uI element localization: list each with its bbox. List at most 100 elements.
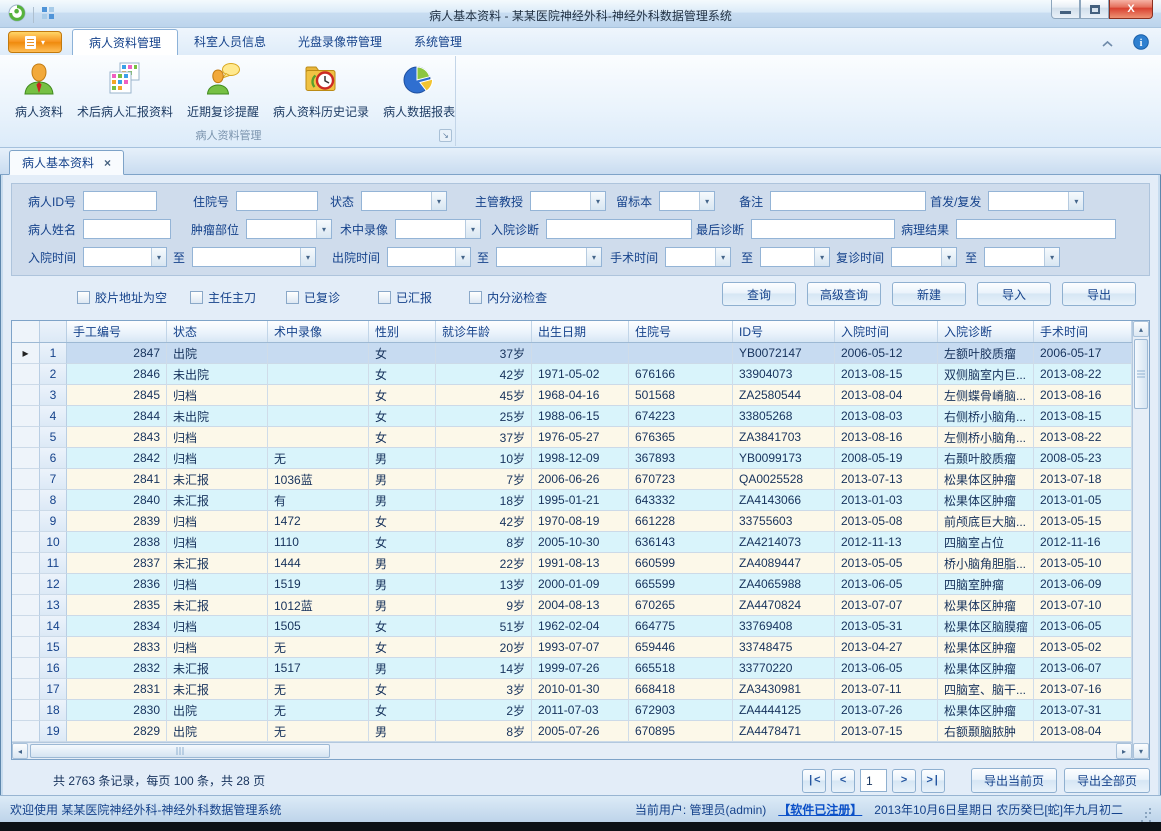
- checkbox-film-address-empty[interactable]: 胶片地址为空: [77, 289, 167, 306]
- cell[interactable]: 2006-05-12: [835, 343, 938, 364]
- cell[interactable]: ZA2580544: [733, 385, 835, 406]
- cell[interactable]: 665599: [629, 574, 733, 595]
- horizontal-scrollbar[interactable]: ◂ ▸: [12, 742, 1132, 759]
- cell[interactable]: 松果体区肿瘤: [938, 700, 1034, 721]
- dropdown-arrow-icon[interactable]: ▾: [431, 192, 446, 210]
- cell[interactable]: 女: [369, 616, 436, 637]
- dropdown-arrow-icon[interactable]: ▾: [151, 248, 166, 266]
- cell[interactable]: 2004-08-13: [532, 595, 629, 616]
- cell[interactable]: 2010-01-30: [532, 679, 629, 700]
- column-header[interactable]: ID号: [733, 321, 835, 342]
- cell[interactable]: 女: [369, 679, 436, 700]
- info-icon[interactable]: i: [1133, 34, 1149, 53]
- cell[interactable]: 1993-07-07: [532, 637, 629, 658]
- cell[interactable]: 女: [369, 532, 436, 553]
- cell[interactable]: 女: [369, 364, 436, 385]
- cell[interactable]: 2013-01-03: [835, 490, 938, 511]
- advanced-query-button[interactable]: 高级查询: [807, 282, 881, 306]
- cell[interactable]: 2013-07-13: [835, 469, 938, 490]
- cell[interactable]: 2833: [67, 637, 167, 658]
- dropdown-arrow-icon[interactable]: ▾: [814, 248, 829, 266]
- ribbon-button-data-report[interactable]: 病人数据报表: [376, 59, 462, 122]
- cell[interactable]: 2842: [67, 448, 167, 469]
- column-header[interactable]: 手术时间: [1034, 321, 1132, 342]
- cell[interactable]: 未出院: [167, 364, 268, 385]
- cell[interactable]: 男: [369, 658, 436, 679]
- cell[interactable]: ZA4065988: [733, 574, 835, 595]
- cell[interactable]: 男: [369, 490, 436, 511]
- checkbox-reported[interactable]: 已汇报: [378, 289, 432, 306]
- close-button[interactable]: X: [1109, 0, 1153, 19]
- cell[interactable]: 2845: [67, 385, 167, 406]
- cell[interactable]: 2846: [67, 364, 167, 385]
- cell[interactable]: 661228: [629, 511, 733, 532]
- cell[interactable]: ZA4214073: [733, 532, 835, 553]
- cell[interactable]: 女: [369, 385, 436, 406]
- cell[interactable]: 女: [369, 700, 436, 721]
- cell[interactable]: 归档: [167, 532, 268, 553]
- cell[interactable]: 22岁: [436, 553, 532, 574]
- dropdown[interactable]: ▾: [387, 247, 471, 267]
- cell[interactable]: 501568: [629, 385, 733, 406]
- cell[interactable]: 左额叶胶质瘤: [938, 343, 1034, 364]
- dropdown-arrow-icon[interactable]: ▾: [1068, 192, 1083, 210]
- cell[interactable]: 33769408: [733, 616, 835, 637]
- table-row[interactable]: 22846未出院女42岁1971-05-02676166339040732013…: [12, 364, 1132, 385]
- cell[interactable]: 25岁: [436, 406, 532, 427]
- column-header[interactable]: 就诊年龄: [436, 321, 532, 342]
- cell[interactable]: 松果体区肿瘤: [938, 637, 1034, 658]
- cell[interactable]: 男: [369, 448, 436, 469]
- cell[interactable]: 2000-01-09: [532, 574, 629, 595]
- cell[interactable]: 2012-11-13: [835, 532, 938, 553]
- cell[interactable]: 672903: [629, 700, 733, 721]
- cell[interactable]: 2013-07-31: [1034, 700, 1132, 721]
- cell[interactable]: 2013-08-22: [1034, 364, 1132, 385]
- table-row[interactable]: 92839归档1472女42岁1970-08-19661228337556032…: [12, 511, 1132, 532]
- export-current-page-button[interactable]: 导出当前页: [971, 768, 1057, 793]
- cell[interactable]: 1998-12-09: [532, 448, 629, 469]
- export-button[interactable]: 导出: [1062, 282, 1136, 306]
- cell[interactable]: 33904073: [733, 364, 835, 385]
- dropdown[interactable]: ▾: [665, 247, 731, 267]
- scroll-down-icon[interactable]: ▾: [1133, 743, 1149, 759]
- cell[interactable]: 男: [369, 469, 436, 490]
- table-row[interactable]: 112837未汇报1444男22岁1991-08-13660599ZA40894…: [12, 553, 1132, 574]
- cell[interactable]: 女: [369, 511, 436, 532]
- table-row[interactable]: 32845归档女45岁1968-04-16501568ZA25805442013…: [12, 385, 1132, 406]
- dialog-launcher-icon[interactable]: ↘: [439, 129, 452, 142]
- cell[interactable]: 42岁: [436, 511, 532, 532]
- cell[interactable]: [532, 343, 629, 364]
- text-input[interactable]: [236, 191, 318, 211]
- cell[interactable]: 女: [369, 637, 436, 658]
- cell[interactable]: 33770220: [733, 658, 835, 679]
- dropdown[interactable]: ▾: [891, 247, 957, 267]
- ribbon-tab-3[interactable]: 光盘录像带管理: [282, 28, 398, 55]
- cell[interactable]: 2831: [67, 679, 167, 700]
- dropdown-arrow-icon[interactable]: ▾: [590, 192, 605, 210]
- cell[interactable]: 未汇报: [167, 679, 268, 700]
- cell[interactable]: 7岁: [436, 469, 532, 490]
- cell[interactable]: 2008-05-19: [835, 448, 938, 469]
- cell[interactable]: 670723: [629, 469, 733, 490]
- cell[interactable]: 1444: [268, 553, 369, 574]
- cell[interactable]: 670265: [629, 595, 733, 616]
- cell[interactable]: 2012-11-16: [1034, 532, 1132, 553]
- cell[interactable]: 男: [369, 574, 436, 595]
- cell[interactable]: 归档: [167, 637, 268, 658]
- cell[interactable]: 2013-08-15: [1034, 406, 1132, 427]
- table-row[interactable]: 132835未汇报1012蓝男9岁2004-08-13670265ZA44708…: [12, 595, 1132, 616]
- cell[interactable]: 1472: [268, 511, 369, 532]
- dropdown[interactable]: ▾: [395, 219, 481, 239]
- checkbox-revisited[interactable]: 已复诊: [286, 289, 340, 306]
- dropdown[interactable]: ▾: [659, 191, 715, 211]
- cell[interactable]: 2006-06-26: [532, 469, 629, 490]
- cell[interactable]: 10岁: [436, 448, 532, 469]
- checkbox-box[interactable]: [469, 291, 482, 304]
- cell[interactable]: 2013-07-26: [835, 700, 938, 721]
- cell[interactable]: 33755603: [733, 511, 835, 532]
- column-header[interactable]: 状态: [167, 321, 268, 342]
- cell[interactable]: 2836: [67, 574, 167, 595]
- next-page-button[interactable]: >: [892, 769, 916, 793]
- cell[interactable]: 643332: [629, 490, 733, 511]
- previous-page-button[interactable]: <: [831, 769, 855, 793]
